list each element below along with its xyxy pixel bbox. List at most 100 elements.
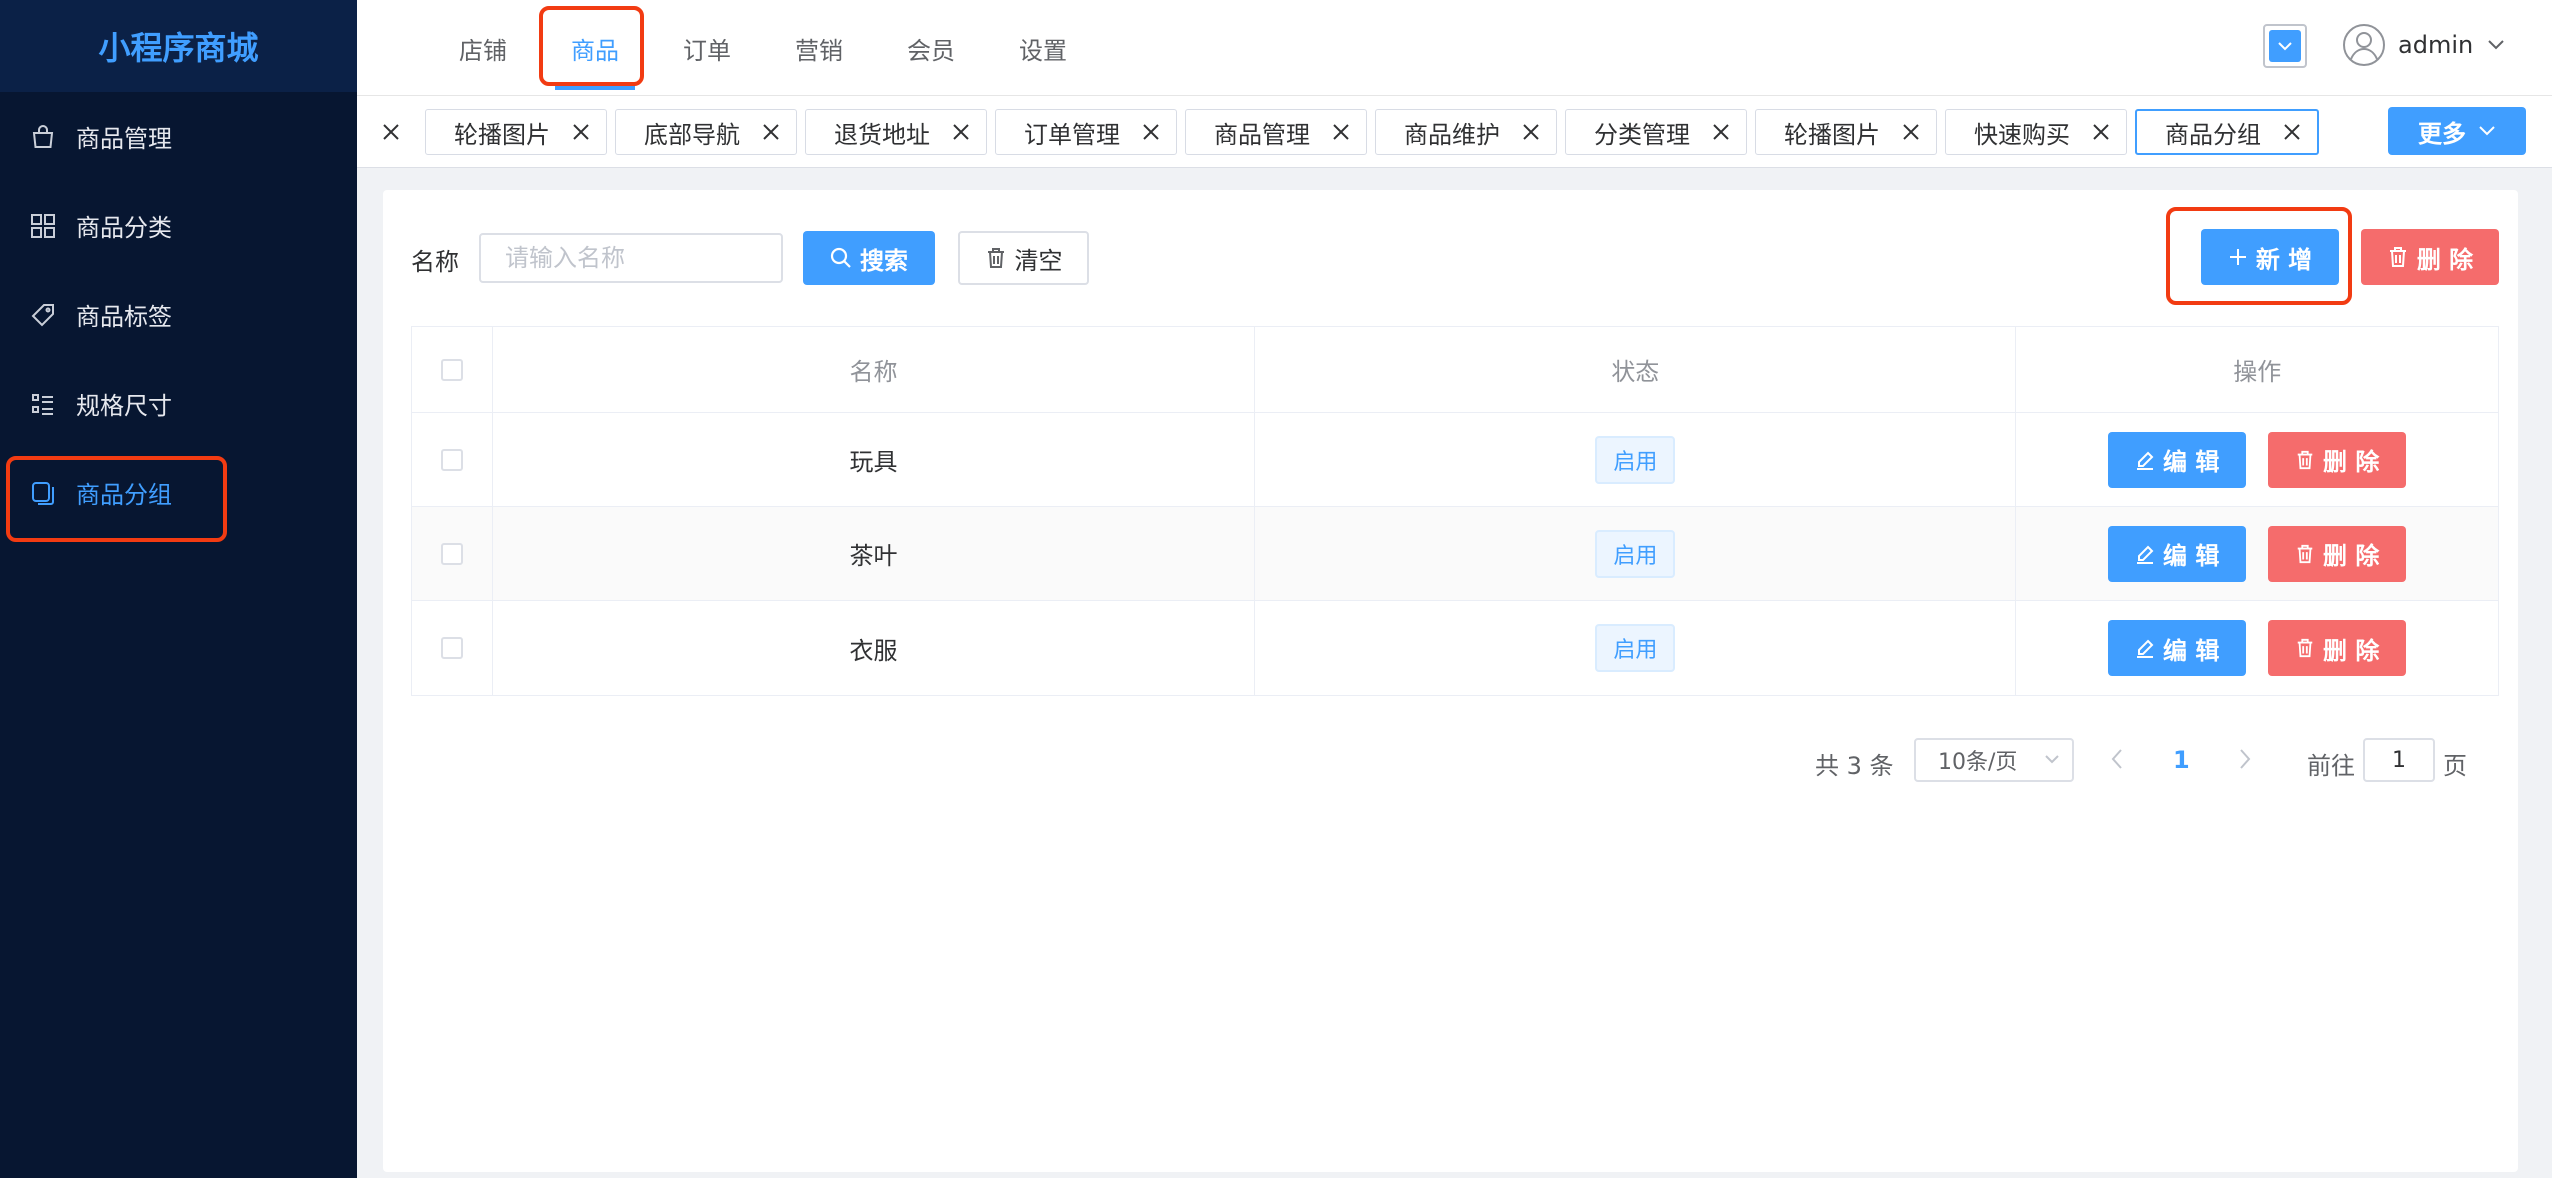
row-checkbox[interactable]: [440, 542, 463, 565]
trash-icon: [2297, 544, 2313, 563]
trash-icon: [2297, 450, 2313, 469]
add-button-label: 新 增: [2255, 245, 2313, 274]
close-icon[interactable]: [2283, 123, 2301, 141]
page-suffix: 页: [2443, 752, 2467, 780]
tag-item[interactable]: 底部导航: [615, 109, 797, 155]
top-nav-marketing[interactable]: 营销: [763, 0, 875, 96]
row-checkbox-cell: [412, 601, 493, 695]
app-logo: 小程序商城: [0, 0, 357, 92]
chevron-down-icon: [2045, 755, 2059, 764]
search-icon: [830, 247, 851, 268]
prev-page-button[interactable]: [2110, 748, 2124, 776]
trash-icon: [987, 248, 1004, 268]
tag-label: 底部导航: [644, 120, 740, 149]
tag-item[interactable]: 快速购买: [1945, 109, 2127, 155]
top-nav: 店铺 商品 订单 营销 会员 设置: [427, 0, 1099, 96]
tag-item[interactable]: 订单管理: [995, 109, 1177, 155]
more-tags-button[interactable]: 更多: [2388, 107, 2526, 155]
table-header-row: 名称 状态 操作: [412, 327, 2498, 413]
batch-delete-button[interactable]: 删 除: [2361, 229, 2499, 285]
tag-item[interactable]: 分类管理: [1565, 109, 1747, 155]
chevron-down-icon: [2487, 39, 2505, 51]
search-label: 名称: [411, 248, 459, 276]
sidebar-item-product-management[interactable]: 商品管理: [0, 92, 357, 181]
row-checkbox[interactable]: [440, 448, 463, 471]
copy-icon: [28, 478, 58, 508]
user-menu[interactable]: admin: [2342, 20, 2505, 70]
batch-delete-button-label: 删 除: [2416, 245, 2474, 274]
tag-item[interactable]: 商品管理: [1185, 109, 1367, 155]
search-button-label: 搜索: [860, 246, 908, 275]
table-row: 茶叶 启用 编 辑 删 除: [412, 507, 2498, 601]
close-icon[interactable]: [371, 112, 411, 152]
user-name: admin: [2398, 31, 2474, 59]
edit-button[interactable]: 编 辑: [2108, 525, 2247, 582]
close-icon[interactable]: [1902, 123, 1920, 141]
tag-label: 轮播图片: [454, 120, 550, 149]
row-status-cell: 启用: [1255, 601, 2017, 695]
sidebar-item-label: 商品分类: [76, 214, 172, 242]
close-icon[interactable]: [952, 123, 970, 141]
tag-label: 快速购买: [1974, 120, 2070, 149]
row-checkbox[interactable]: [440, 637, 463, 659]
search-input[interactable]: [479, 233, 783, 283]
edit-icon: [2137, 639, 2154, 658]
tag-item-active[interactable]: 商品分组: [2135, 109, 2319, 155]
sidebar-item-product-category[interactable]: 商品分类: [0, 181, 357, 270]
tag-label: 订单管理: [1024, 120, 1120, 149]
shopping-bag-icon: [28, 122, 58, 152]
content-card: 名称 搜索 清空 新 增 删 除 名称 状态 操作 玩具 启用 编 辑 删 除: [383, 190, 2518, 1172]
tag-label: 轮播图片: [1784, 120, 1880, 149]
delete-button[interactable]: 删 除: [2268, 525, 2407, 582]
tags-list: 轮播图片 底部导航 退货地址 订单管理 商品管理 商品维护 分类管理 轮播图片 …: [425, 109, 2327, 155]
top-nav-settings[interactable]: 设置: [987, 0, 1099, 96]
sidebar-item-product-tags[interactable]: 商品标签: [0, 270, 357, 359]
top-nav-members[interactable]: 会员: [875, 0, 987, 96]
add-button[interactable]: 新 增: [2201, 229, 2339, 285]
row-checkbox-cell: [412, 507, 493, 600]
close-icon[interactable]: [1712, 123, 1730, 141]
tag-item[interactable]: 轮播图片: [1755, 109, 1937, 155]
close-icon[interactable]: [572, 123, 590, 141]
close-icon[interactable]: [1142, 123, 1160, 141]
edit-icon: [2137, 545, 2154, 564]
select-all-checkbox[interactable]: [440, 358, 463, 381]
sidebar-item-spec-size[interactable]: 规格尺寸: [0, 359, 357, 448]
delete-button[interactable]: 删 除: [2268, 431, 2407, 488]
column-header-status: 状态: [1255, 327, 2017, 412]
next-page-button[interactable]: [2238, 748, 2252, 776]
tag-item[interactable]: 退货地址: [805, 109, 987, 155]
close-icon[interactable]: [2092, 123, 2110, 141]
page-number-current[interactable]: 1: [2173, 746, 2190, 774]
close-icon[interactable]: [1332, 123, 1350, 141]
close-icon[interactable]: [1522, 123, 1540, 141]
sidebar-item-label: 商品标签: [76, 303, 172, 331]
status-badge: 启用: [1595, 435, 1676, 484]
row-checkbox-cell: [412, 413, 493, 506]
top-nav-store[interactable]: 店铺: [427, 0, 539, 96]
top-nav-orders[interactable]: 订单: [651, 0, 763, 96]
sidebar-item-label: 商品分组: [76, 481, 172, 509]
trash-icon: [2389, 247, 2406, 267]
search-button[interactable]: 搜索: [803, 231, 935, 285]
edit-button[interactable]: 编 辑: [2108, 620, 2247, 676]
tag-icon: [28, 300, 58, 330]
close-icon[interactable]: [762, 123, 780, 141]
edit-button[interactable]: 编 辑: [2108, 431, 2247, 488]
row-actions-cell: 编 辑 删 除: [2016, 507, 2498, 600]
tag-item[interactable]: 商品维护: [1375, 109, 1557, 155]
tag-item[interactable]: 轮播图片: [425, 109, 607, 155]
clear-button[interactable]: 清空: [958, 231, 1089, 285]
table-row: 玩具 启用 编 辑 删 除: [412, 413, 2498, 507]
row-name: 玩具: [493, 413, 1256, 506]
header-checkbox-cell: [412, 327, 493, 412]
sidebar-menu: 商品管理 商品分类 商品标签 规格尺寸 商品分组: [0, 92, 357, 537]
goto-page-input[interactable]: [2363, 738, 2435, 782]
header-dropdown-button[interactable]: [2263, 24, 2307, 68]
page-size-select[interactable]: 10条/页: [1914, 738, 2074, 782]
sidebar-item-product-group[interactable]: 商品分组: [0, 448, 357, 537]
user-avatar-icon: [2342, 23, 2386, 67]
delete-button[interactable]: 删 除: [2268, 620, 2407, 676]
more-label: 更多: [2418, 119, 2466, 148]
top-nav-products[interactable]: 商品: [539, 0, 651, 96]
